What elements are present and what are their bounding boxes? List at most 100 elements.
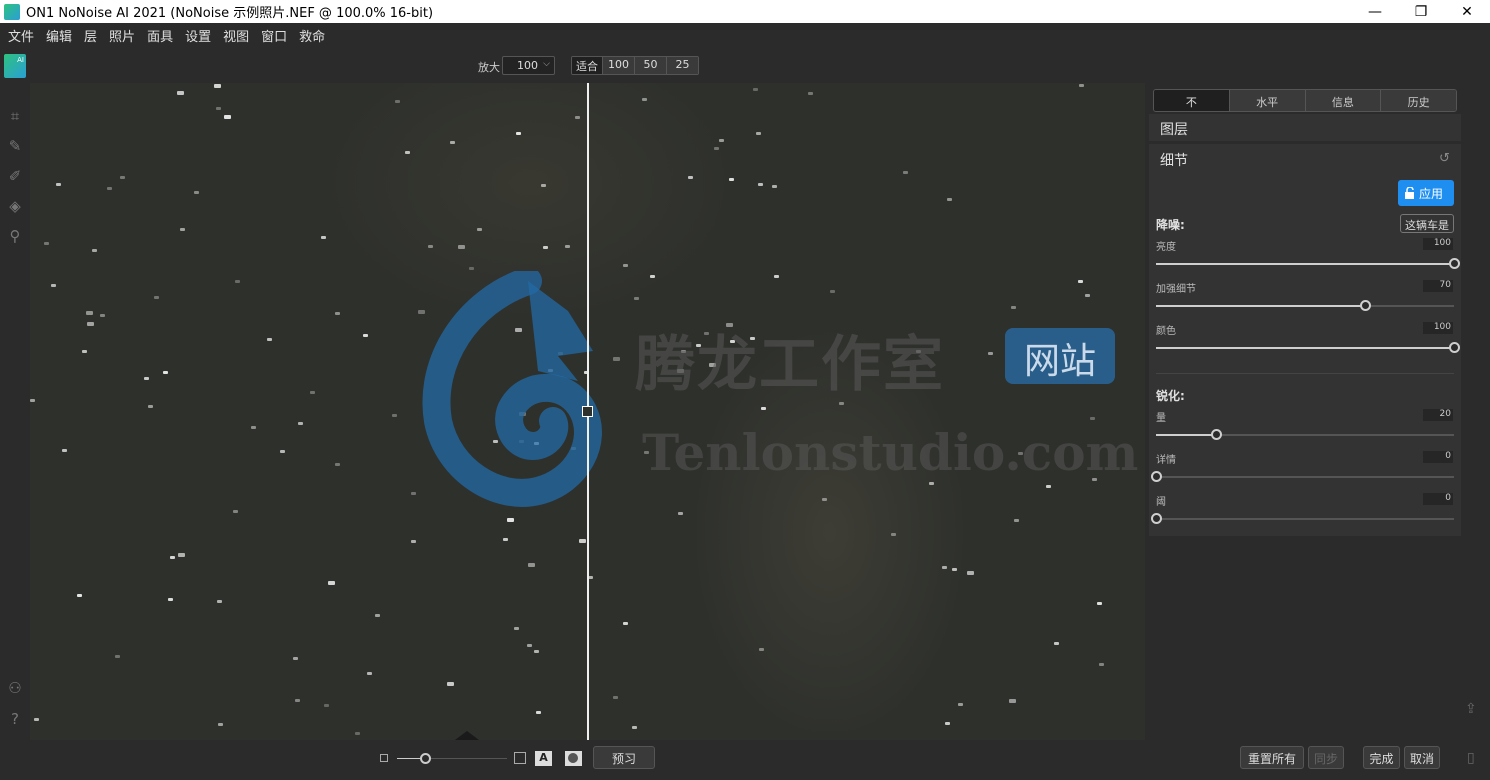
layers-section[interactable]: 图层 <box>1149 114 1461 141</box>
star-point <box>298 422 303 425</box>
tab-none[interactable]: 不 <box>1154 90 1230 111</box>
close-button[interactable]: ✕ <box>1444 0 1490 23</box>
menu-mask[interactable]: 面具 <box>141 26 179 45</box>
star-point <box>224 115 231 119</box>
preset-button[interactable]: 这辆车是 <box>1400 214 1454 233</box>
filmstrip-toggle[interactable] <box>455 731 479 740</box>
menu-settings[interactable]: 设置 <box>179 26 217 45</box>
star-point <box>507 518 514 522</box>
star-point <box>144 377 149 380</box>
watermark-badge: 网站 <box>1005 328 1115 384</box>
zoom-dropdown[interactable]: 100 ⌵ <box>502 56 555 75</box>
tab-info[interactable]: 信息 <box>1305 90 1382 111</box>
star-point <box>178 553 185 557</box>
small-thumbnail-icon[interactable] <box>380 754 388 762</box>
menu-help[interactable]: 救命 <box>293 26 331 45</box>
slider-value[interactable]: 100 <box>1423 238 1453 250</box>
slider-knob[interactable] <box>1449 258 1460 269</box>
star-point <box>719 139 724 142</box>
overlay-a-icon[interactable]: A <box>535 751 552 766</box>
star-point <box>411 540 416 543</box>
star-point <box>295 699 300 702</box>
slider-knob[interactable] <box>1151 513 1162 524</box>
star-point <box>988 352 993 355</box>
retouch-icon[interactable]: ◈ <box>5 197 25 217</box>
star-point <box>541 184 546 187</box>
done-button[interactable]: 完成 <box>1363 746 1400 769</box>
slider-knob[interactable] <box>1210 429 1222 440</box>
user-icon[interactable]: ⚇ <box>5 679 25 699</box>
star-point <box>534 650 539 653</box>
star-point <box>536 711 541 714</box>
slider-knob[interactable] <box>1151 471 1162 482</box>
zoom-25-button[interactable]: 25 <box>667 57 698 74</box>
menu-window[interactable]: 窗口 <box>255 26 293 45</box>
panel-tabs: 不 水平 信息 历史 <box>1153 89 1457 112</box>
slider-value[interactable]: 70 <box>1423 280 1453 292</box>
section-divider <box>1156 373 1454 374</box>
star-point <box>375 614 380 617</box>
star-point <box>634 297 639 300</box>
zoom-50-button[interactable]: 50 <box>635 57 667 74</box>
cancel-button[interactable]: 取消 <box>1404 746 1440 769</box>
thumbnail-size-slider[interactable] <box>397 753 507 764</box>
threshold-slider[interactable] <box>1151 513 1454 524</box>
star-point <box>830 290 835 293</box>
slider-knob[interactable] <box>1449 342 1460 353</box>
star-point <box>180 228 185 231</box>
details-slider[interactable] <box>1151 471 1454 482</box>
star-point <box>1078 280 1083 283</box>
help-icon[interactable]: ? <box>5 710 25 730</box>
amount-slider[interactable] <box>1156 429 1454 440</box>
slider-value[interactable]: 0 <box>1423 451 1453 463</box>
crop-icon[interactable]: ⌗ <box>5 107 25 127</box>
restore-button[interactable]: ❐ <box>1398 0 1444 23</box>
compare-divider-handle[interactable] <box>582 406 593 417</box>
image-canvas[interactable]: 腾龙工作室 网站 Tenlonstudio.com <box>30 83 1145 740</box>
star-point <box>758 183 763 186</box>
window-controls: — ❐ ✕ <box>1352 0 1490 23</box>
menu-edit[interactable]: 编辑 <box>40 26 78 45</box>
mask-view-icon[interactable] <box>565 751 582 766</box>
star-point <box>761 407 766 410</box>
tab-history[interactable]: 历史 <box>1381 90 1456 111</box>
slider-value[interactable]: 100 <box>1423 322 1453 334</box>
enhance-detail-slider[interactable] <box>1156 300 1454 311</box>
star-point <box>450 141 455 144</box>
star-point <box>565 245 570 248</box>
minimize-button[interactable]: — <box>1352 0 1398 23</box>
preview-button[interactable]: 预习 <box>593 746 655 769</box>
title-bar: ON1 NoNoise AI 2021 (NoNoise 示例照片.NEF @ … <box>0 0 1490 23</box>
menu-photo[interactable]: 照片 <box>103 26 141 45</box>
luminance-slider[interactable] <box>1156 258 1460 269</box>
slider-knob[interactable] <box>419 753 431 764</box>
menu-view[interactable]: 视图 <box>217 26 255 45</box>
reset-icon[interactable]: ↺ <box>1439 151 1450 166</box>
slider-fill <box>1156 347 1454 349</box>
zoom-presets: 适合 100 50 25 <box>571 56 699 75</box>
star-point <box>1099 663 1104 666</box>
menu-file[interactable]: 文件 <box>2 26 40 45</box>
zoom-fit-button[interactable]: 适合 <box>572 57 603 74</box>
star-point <box>1079 84 1084 87</box>
large-thumbnail-icon[interactable] <box>514 752 526 764</box>
app-logo[interactable]: AI <box>4 54 26 78</box>
zoom-100-button[interactable]: 100 <box>603 57 635 74</box>
zoom-tool-icon[interactable]: ⚲ <box>5 227 25 247</box>
sync-button[interactable]: 同步 <box>1308 746 1344 769</box>
brush-icon[interactable]: ✎ <box>5 137 25 157</box>
reset-all-button[interactable]: 重置所有 <box>1240 746 1304 769</box>
apply-button[interactable]: 应用 <box>1398 180 1454 206</box>
star-point <box>759 648 764 651</box>
star-point <box>527 644 532 647</box>
mask-brush-icon[interactable]: ✐ <box>5 167 25 187</box>
share-icon[interactable]: ⇪ <box>1465 701 1477 717</box>
slider-knob[interactable] <box>1359 300 1371 311</box>
tab-levels[interactable]: 水平 <box>1229 90 1306 111</box>
slider-value[interactable]: 20 <box>1423 409 1453 421</box>
slider-value[interactable]: 0 <box>1423 493 1453 505</box>
menu-layer[interactable]: 层 <box>78 26 103 45</box>
panel-toggle-icon[interactable]: ▯ <box>1467 750 1475 766</box>
star-point <box>772 185 777 188</box>
color-slider[interactable] <box>1156 342 1460 353</box>
